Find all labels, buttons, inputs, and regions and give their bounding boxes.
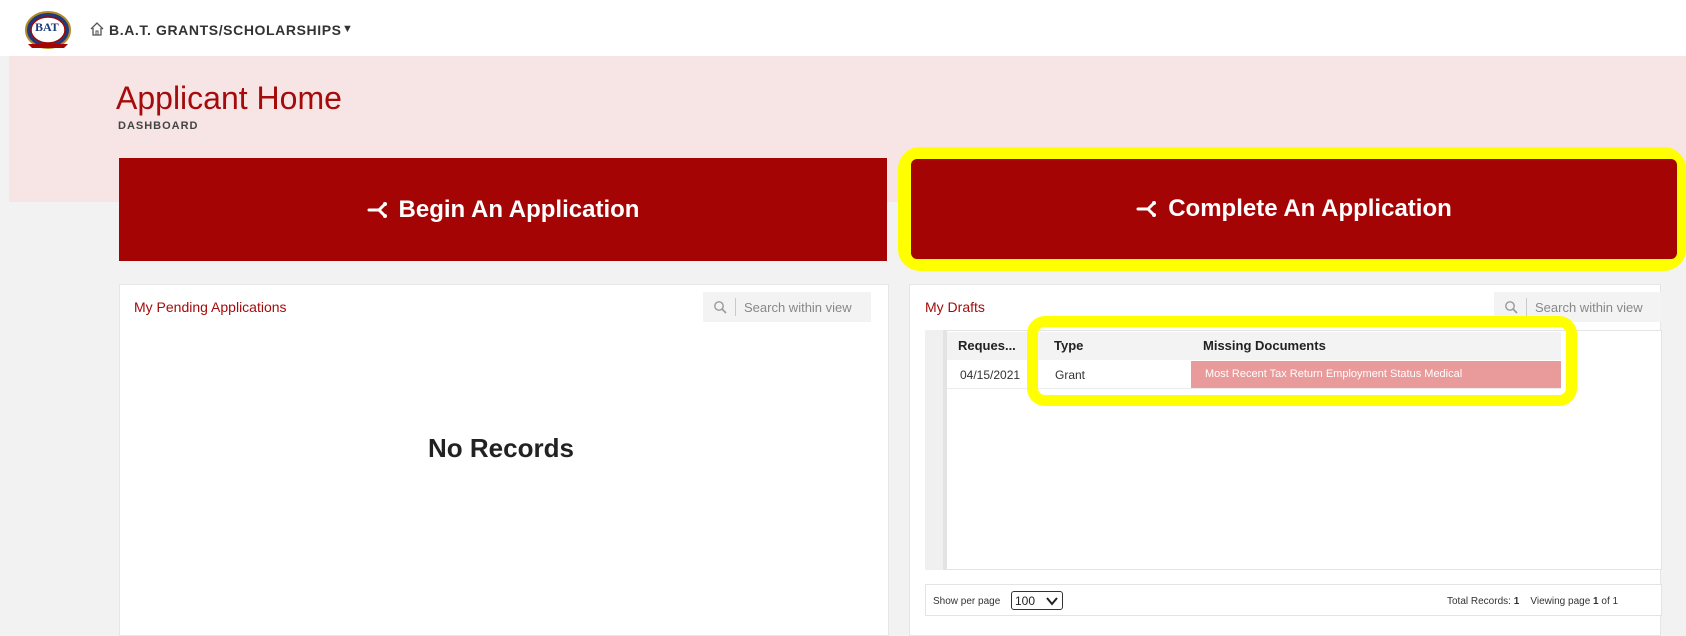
page-of-label: of 1 [1601, 596, 1619, 607]
show-per-page-label: Show per page [933, 596, 1001, 607]
page-title: Applicant Home [116, 80, 342, 116]
current-page-value: 1 [1593, 596, 1599, 607]
grid-row-gutter [925, 330, 947, 570]
share-icon [1136, 201, 1157, 217]
page-subtitle: DASHBOARD [118, 120, 199, 132]
pending-panel-title: My Pending Applications [134, 299, 287, 315]
search-divider [1526, 298, 1527, 316]
begin-application-button[interactable]: Begin An Application [119, 158, 887, 261]
search-icon [714, 301, 727, 314]
search-divider [735, 298, 736, 316]
complete-application-label: Complete An Application [1168, 195, 1452, 222]
search-icon [1505, 301, 1518, 314]
app-switcher-label[interactable]: B.A.T. GRANTS/SCHOLARSHIPS [109, 22, 342, 38]
share-icon [367, 201, 387, 218]
no-records-message: No Records [428, 433, 574, 463]
total-records-label: Total Records: [1447, 596, 1511, 607]
drafts-panel-title: My Drafts [925, 299, 985, 315]
pending-search-input[interactable]: Search within view [703, 292, 871, 322]
drafts-search-placeholder: Search within view [1535, 299, 1643, 315]
pagination-summary: Total Records: 1 Viewing page 1 of 1 [1447, 596, 1618, 607]
cell-requested[interactable]: 04/15/2021 [960, 368, 1020, 382]
total-records-value: 1 [1513, 596, 1520, 607]
logo-text: BAT [35, 20, 59, 34]
complete-application-button[interactable]: Complete An Application [911, 159, 1677, 259]
missing-documents-highlight [1027, 316, 1577, 406]
caret-down-icon[interactable]: ▼ [342, 23, 353, 35]
per-page-value: 100 [1015, 593, 1036, 608]
per-page-select[interactable]: 100 [1011, 591, 1063, 610]
begin-application-label: Begin An Application [398, 195, 640, 223]
home-icon[interactable] [89, 21, 105, 37]
viewing-page-label: Viewing page [1530, 596, 1591, 607]
column-header-requested[interactable]: Reques... [958, 338, 1016, 353]
chevron-down-icon [1046, 597, 1058, 606]
pending-search-placeholder: Search within view [744, 299, 852, 315]
